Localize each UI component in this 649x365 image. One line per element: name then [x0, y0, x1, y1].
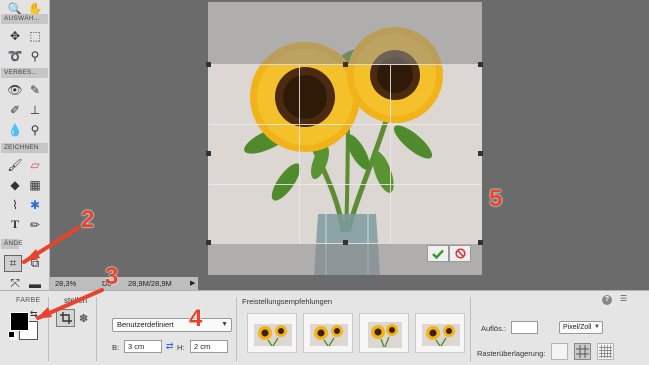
annotation-arrows	[22, 226, 104, 320]
annotation-number: 2	[81, 206, 95, 233]
photo-editor-window: 🔍 ✋ AUSWÄH... ✥ ⬚ ➰ ⚲ VERBES... 👁 ✎ ✐ ⊥ …	[0, 0, 649, 365]
annotation-number: 4	[189, 305, 203, 332]
annotation-number: 3	[105, 263, 119, 290]
annotation-number: 5	[489, 185, 503, 212]
